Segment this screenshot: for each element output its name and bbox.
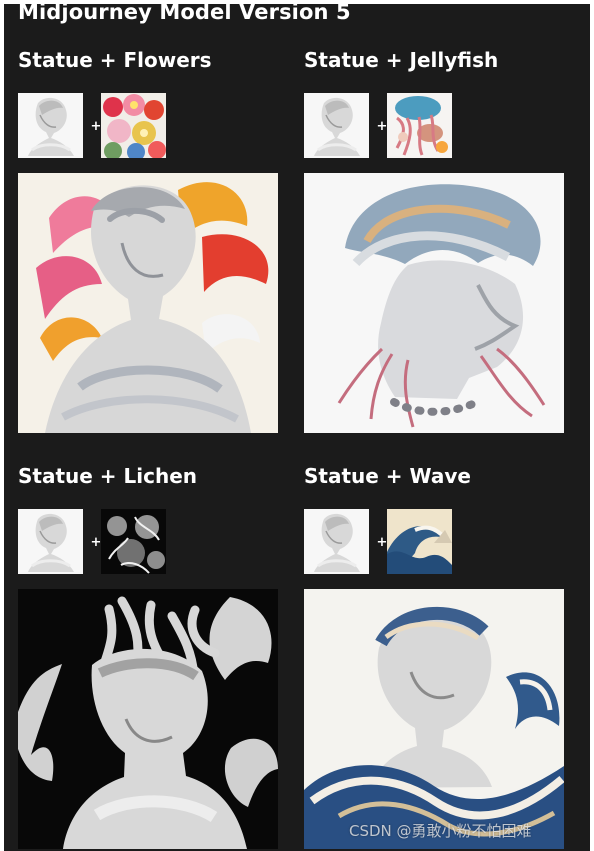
card-heading: Statue + Lichen: [18, 464, 198, 488]
jellyfish-thumbnail: [387, 93, 452, 158]
statue-lichen-result: [18, 589, 278, 849]
model-comparison-panel: Midjourney Model Version 5 Statue + Flow…: [4, 4, 590, 851]
card-heading: Statue + Flowers: [18, 48, 212, 72]
screenshot-frame: Midjourney Model Version 5 Statue + Flow…: [0, 0, 594, 851]
card-heading: Statue + Wave: [304, 464, 471, 488]
statue-bust-thumbnail: [304, 93, 369, 158]
lichen-thumbnail: [101, 509, 166, 574]
flowers-thumbnail: [101, 93, 166, 158]
statue-bust-thumbnail: [304, 509, 369, 574]
statue-jellyfish-result: [304, 173, 564, 433]
statue-bust-thumbnail: [18, 509, 83, 574]
statue-with-flowers-result: [18, 173, 278, 433]
wave-thumbnail: [387, 509, 452, 574]
page-title: Midjourney Model Version 5: [18, 4, 351, 24]
source-watermark: CSDN @勇敢小粉不怕困难: [349, 822, 532, 840]
statue-wave-result: [304, 589, 564, 849]
statue-bust-thumbnail: [18, 93, 83, 158]
card-heading: Statue + Jellyfish: [304, 48, 499, 72]
